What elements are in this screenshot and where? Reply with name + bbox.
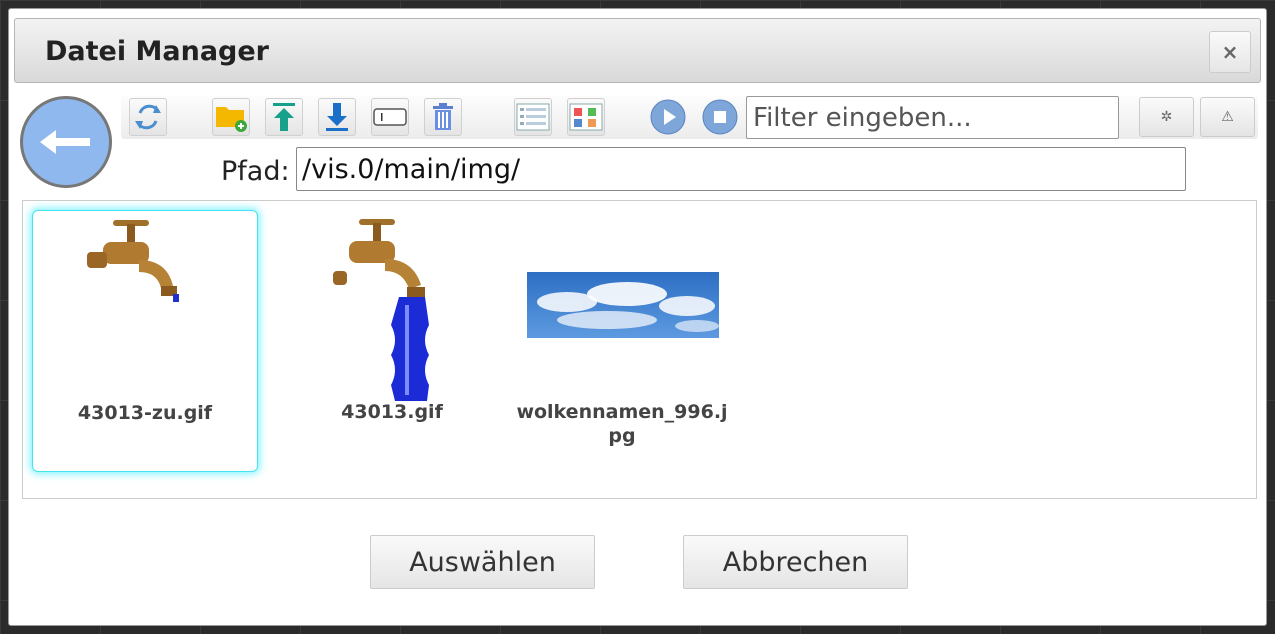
file-list: 43013-zu.gif 43013.gif wolkennamen_996.j… [22, 200, 1257, 499]
select-button[interactable]: Auswählen [370, 535, 595, 589]
stop-icon [702, 99, 738, 135]
faucet-closed-thumbnail [87, 220, 179, 302]
back-button[interactable] [20, 96, 112, 188]
delete-icon [433, 103, 453, 130]
new-folder-button[interactable] [212, 98, 250, 136]
file-item[interactable]: 43013.gif [279, 210, 505, 472]
filter-input[interactable] [746, 96, 1119, 139]
dialog-titlebar[interactable]: Datei Manager × [14, 18, 1261, 83]
dialog-title: Datei Manager [45, 36, 269, 67]
list-view-icon [516, 103, 550, 131]
download-icon [326, 103, 348, 131]
file-name: wolkennamen_996.jpg [516, 401, 728, 447]
play-button[interactable] [649, 98, 687, 136]
back-arrow-icon [40, 130, 90, 154]
warning-button[interactable]: ⚠ [1200, 97, 1255, 137]
list-view-button[interactable] [514, 98, 552, 136]
play-icon [650, 99, 686, 135]
upload-button[interactable] [265, 98, 303, 136]
settings-icon: ✲ [1160, 109, 1173, 125]
toolbar: ✲ ⚠ [121, 95, 1258, 139]
file-item[interactable]: 43013-zu.gif [32, 210, 258, 472]
warning-icon: ⚠ [1221, 109, 1234, 125]
rename-icon [373, 108, 407, 126]
file-manager-dialog: Datei Manager × Filter eingeben... ✲ ⚠ P… [8, 8, 1267, 626]
settings-button[interactable]: ✲ [1139, 97, 1194, 137]
path-label: Pfad: [221, 156, 290, 187]
stop-button[interactable] [701, 98, 739, 136]
clouds-thumbnail [527, 272, 719, 338]
rename-button[interactable] [371, 98, 409, 136]
refresh-button[interactable] [129, 98, 167, 136]
faucet-open-thumbnail [333, 219, 429, 401]
new-folder-icon [216, 107, 247, 132]
delete-button[interactable] [424, 98, 462, 136]
cancel-button[interactable]: Abbrechen [683, 535, 908, 589]
upload-icon [273, 103, 295, 131]
close-button[interactable]: × [1209, 31, 1251, 73]
path-input[interactable] [296, 147, 1186, 191]
file-name: 43013-zu.gif [77, 402, 213, 424]
table-view-icon [569, 103, 603, 131]
file-item[interactable]: wolkennamen_996.jpg [509, 210, 735, 472]
download-button[interactable] [318, 98, 356, 136]
table-view-button[interactable] [567, 98, 605, 136]
refresh-icon [135, 104, 161, 130]
close-icon: × [1221, 40, 1239, 64]
file-name: 43013.gif [341, 401, 443, 423]
